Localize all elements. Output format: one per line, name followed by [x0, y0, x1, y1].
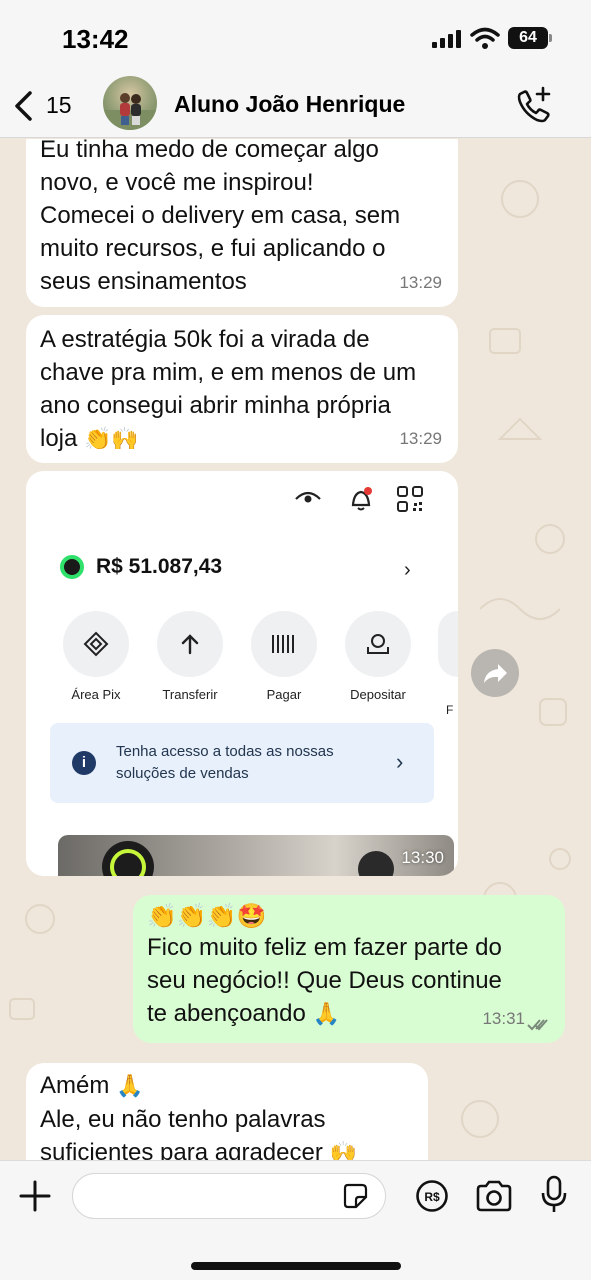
shared-screenshot: R$ 51.087,43 › Área Pix Transferir Pagar [26, 471, 458, 876]
camera-icon[interactable] [475, 1179, 513, 1213]
forward-icon [484, 664, 507, 683]
input-bar: R$ [0, 1160, 591, 1280]
promo-text: Tenha acesso a todas as nossas soluções … [116, 743, 334, 782]
message-bubble[interactable]: A estratégia 50k foi a virada de chave p… [26, 315, 458, 463]
message-emoji: 🙏 [312, 1002, 340, 1027]
message-emoji: 🙏 [116, 1074, 144, 1099]
status-time: 13:42 [62, 24, 129, 54]
signal-icon [432, 30, 461, 48]
arrow-up-icon [157, 611, 223, 677]
promo-banner: i Tenha acesso a todas as nossas soluçõe… [50, 723, 434, 803]
unread-count[interactable]: 15 [46, 92, 72, 119]
balance-value: R$ 51.087,43 [96, 555, 223, 578]
device-photo [58, 835, 454, 876]
chevron-right-icon: › [404, 559, 411, 581]
read-receipt-icon [527, 1019, 548, 1031]
chat-area[interactable]: Eu tinha medo de começar algo novo, e vo… [0, 139, 591, 1160]
bell-icon [351, 487, 372, 511]
barcode-icon [251, 611, 317, 677]
action-label: Transferir [162, 687, 218, 702]
forward-button[interactable] [471, 649, 519, 697]
action-pix: Área Pix [52, 611, 140, 702]
chevron-right-icon: › [396, 749, 404, 774]
avatar[interactable] [103, 76, 157, 130]
payment-icon[interactable]: R$ [415, 1179, 449, 1213]
message-time: 13:29 [399, 429, 442, 448]
add-call-icon[interactable] [512, 84, 556, 128]
image-message[interactable]: R$ 51.087,43 › Área Pix Transferir Pagar [26, 471, 458, 876]
message-time-text: 13:31 [482, 1009, 525, 1028]
message-emoji-line: 👏👏👏🤩 [147, 902, 267, 930]
action-pay: Pagar [240, 611, 328, 702]
battery-indicator: 64 [508, 27, 548, 49]
message-input[interactable] [72, 1173, 386, 1219]
svg-text:R$: R$ [424, 1190, 440, 1204]
pix-icon [63, 611, 129, 677]
plus-icon[interactable] [18, 1179, 52, 1213]
action-label: Área Pix [71, 687, 121, 702]
message-bubble[interactable]: 👏👏👏🤩 Fico muito feliz em fazer parte do … [133, 895, 565, 1043]
message-text: Amém [40, 1072, 110, 1099]
action-partial-label: F [446, 703, 454, 717]
balance-row: R$ 51.087,43 [60, 555, 222, 579]
action-label: Pagar [266, 687, 302, 702]
message-bubble[interactable]: Eu tinha medo de começar algo novo, e vo… [26, 139, 458, 307]
action-label: Depositar [350, 687, 406, 702]
action-deposit: Depositar [334, 611, 422, 702]
message-text: Ale, eu não tenho palavras suficientes p… [40, 1106, 326, 1160]
sticker-icon[interactable] [341, 1182, 369, 1210]
qr-code-icon [397, 486, 423, 512]
status-bar: 13:42 64 [0, 0, 591, 78]
message-time: 13:30 [401, 848, 444, 867]
wifi-icon [470, 27, 500, 49]
microphone-icon[interactable] [540, 1175, 568, 1215]
home-indicator [191, 1262, 401, 1270]
message-text: Eu tinha medo de começar algo novo, e vo… [40, 139, 401, 295]
battery-tip [549, 34, 552, 42]
message-emoji: 👏🙌 [84, 427, 139, 452]
back-chevron-icon[interactable] [12, 90, 36, 122]
deposit-icon [345, 611, 411, 677]
message-time: 13:29 [399, 273, 442, 292]
eye-icon [295, 491, 321, 503]
action-transfer: Transferir [146, 611, 234, 702]
chat-header: 15 Aluno João Henrique [0, 76, 591, 138]
balance-status-icon [60, 555, 84, 579]
action-partial [438, 611, 458, 677]
message-bubble[interactable]: Amém 🙏 Ale, eu não tenho palavras sufici… [26, 1063, 428, 1160]
contact-name[interactable]: Aluno João Henrique [174, 91, 405, 118]
info-icon: i [72, 751, 96, 775]
message-emoji: 🙌 [329, 1141, 357, 1160]
avatar-photo [103, 93, 157, 130]
message-time: 13:31 [482, 1002, 525, 1035]
